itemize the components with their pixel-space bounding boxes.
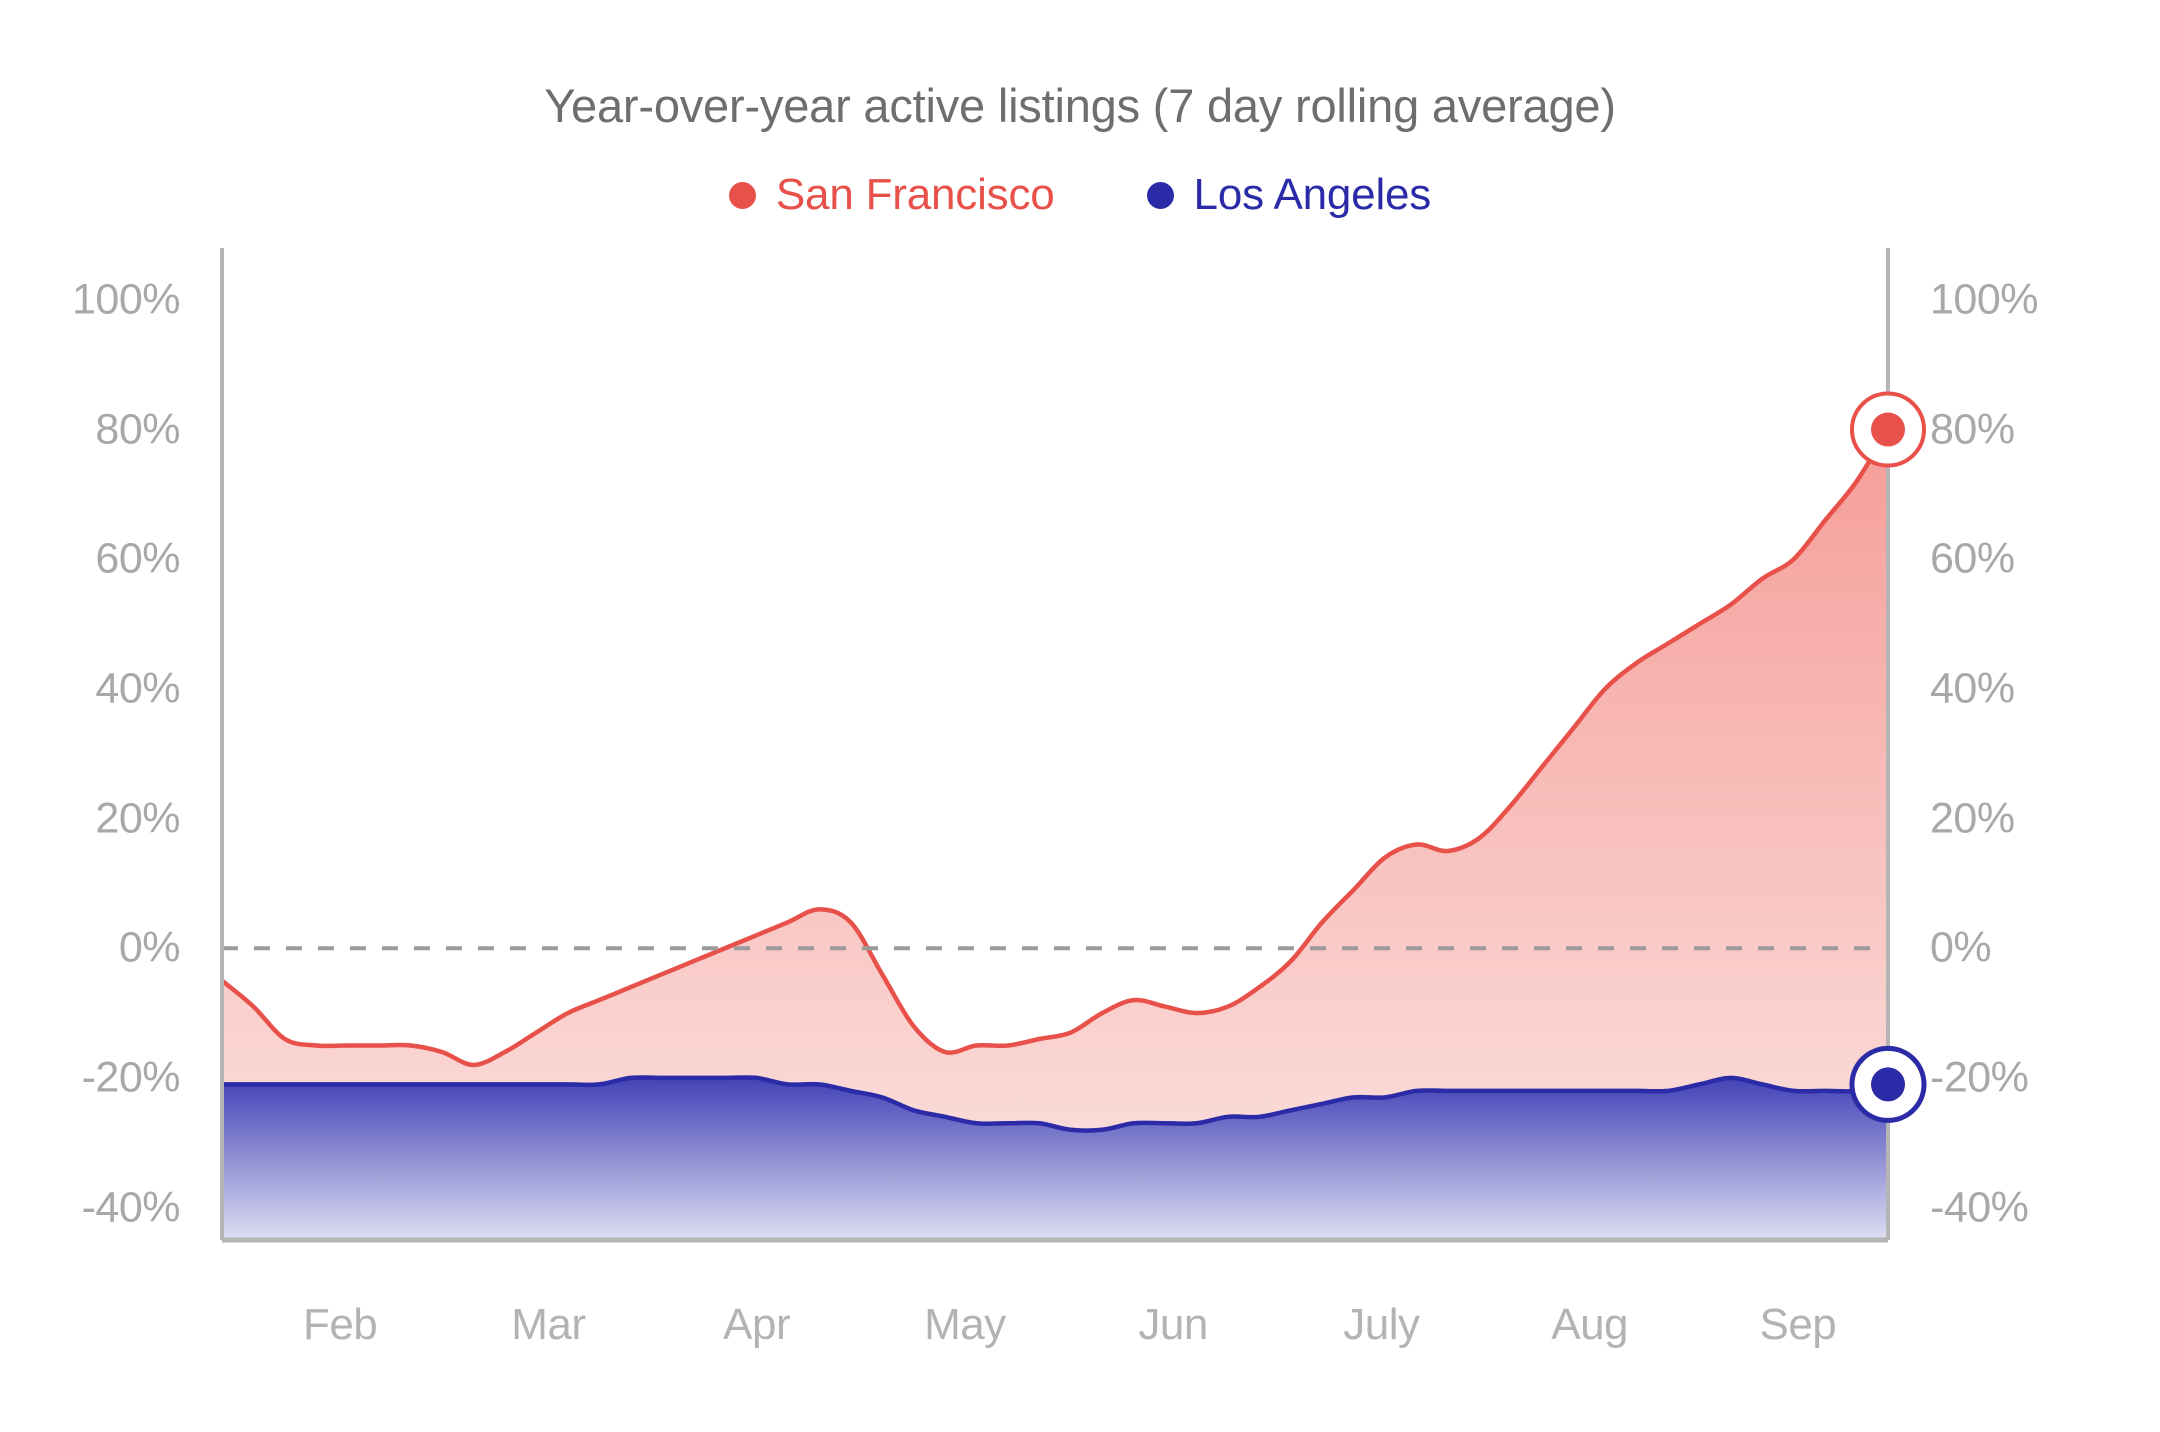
los-angeles-end-marker-dot[interactable] (1871, 1067, 1905, 1102)
y-axis-right-tick-label: 20% (1930, 794, 2015, 843)
x-axis-tick-label: Sep (1759, 1300, 1837, 1349)
y-axis-right-tick-label: 40% (1930, 664, 2015, 713)
x-axis-tick-label: Mar (511, 1300, 586, 1349)
x-axis-tick-label: Jun (1138, 1300, 1208, 1349)
chart-container: Year-over-year active listings (7 day ro… (0, 0, 2160, 1432)
y-axis-left-tick-label: -20% (81, 1053, 181, 1102)
plot-area: 100% 100% 80% 80% 60% 60% 40% 40% 20% 20% 0% 0% -20%… (0, 0, 2160, 1432)
y-axis-right-tick-label: 0% (1930, 923, 1992, 972)
y-axis-left-tick-label: 0% (118, 923, 181, 972)
y-axis-right-tick-label: 80% (1930, 405, 2015, 454)
y-axis-left-tick-label: 100% (72, 275, 180, 324)
y-axis-right-tick-label: -40% (1930, 1183, 2029, 1232)
x-axis-tick-label: Feb (302, 1300, 378, 1349)
san-francisco-end-marker-dot[interactable] (1871, 412, 1905, 447)
y-axis-left-tick-label: -40% (81, 1183, 181, 1232)
x-axis-tick-label: Apr (723, 1300, 791, 1349)
x-axis-tick-label: May (924, 1300, 1006, 1349)
x-axis-tick-label: Aug (1551, 1300, 1629, 1349)
y-axis-right-tick-label: -20% (1930, 1053, 2029, 1102)
y-axis-right-tick-label: 100% (1930, 275, 2038, 324)
x-axis-tick-label: July (1343, 1300, 1420, 1349)
chart-svg (220, 248, 1927, 1243)
y-axis-left-tick-label: 20% (95, 794, 180, 843)
y-axis-left-tick-label: 40% (95, 664, 180, 713)
y-axis-left-tick-label: 60% (95, 534, 180, 583)
y-axis-left-tick-label: 80% (95, 405, 180, 454)
y-axis-right-tick-label: 60% (1930, 534, 2015, 583)
